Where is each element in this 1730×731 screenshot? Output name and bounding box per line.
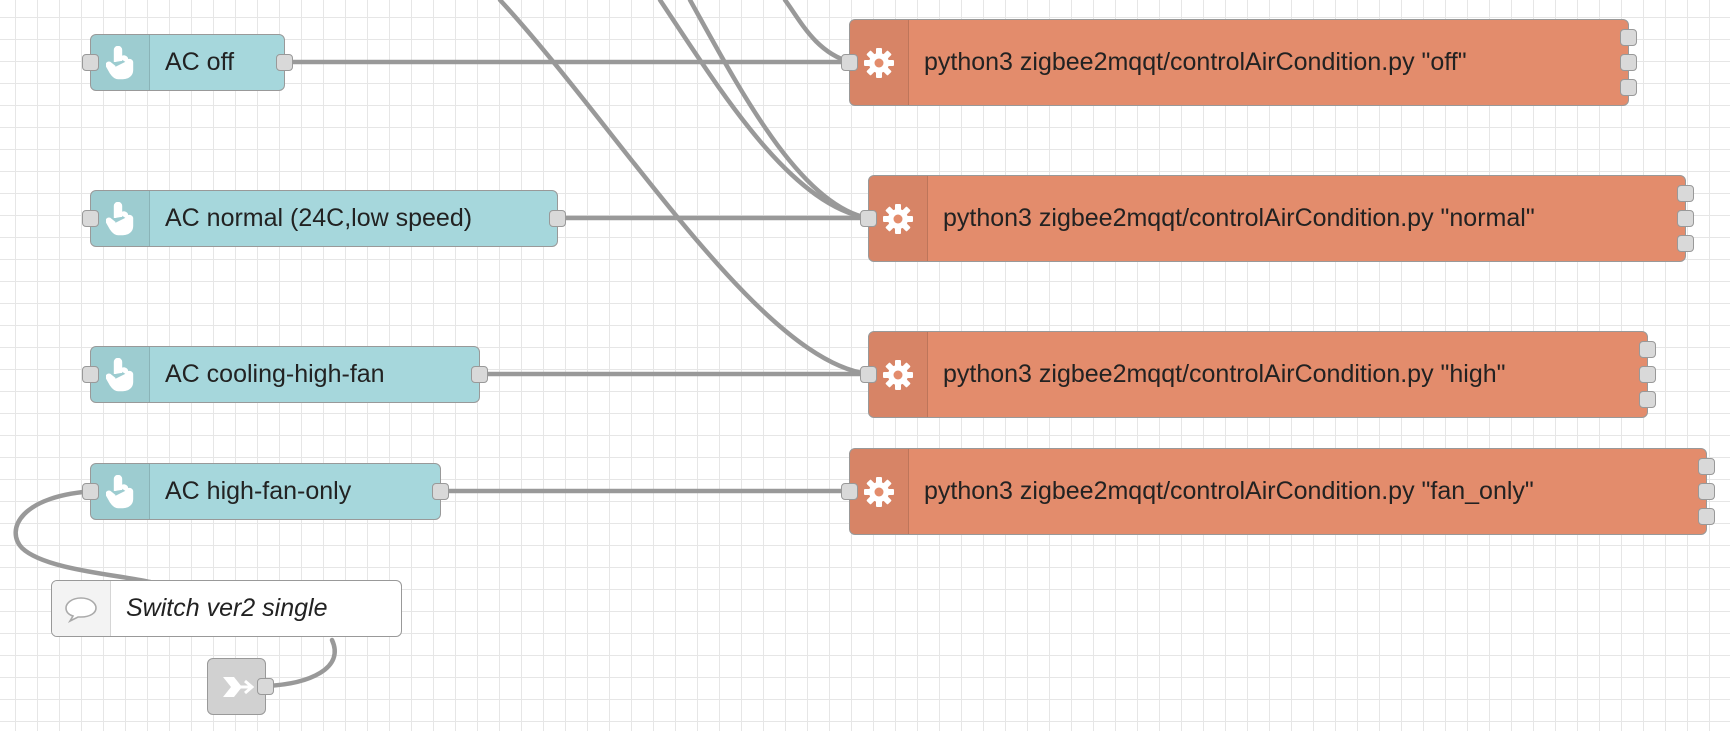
node-label: python3 zigbee2mqqt/controlAirCondition.… [943,204,1535,232]
output-port[interactable] [432,483,449,500]
input-port[interactable] [841,54,858,71]
node-label: AC normal (24C,low speed) [165,204,473,232]
wire-offscreen-to-exec-normal[interactable] [657,0,871,221]
output-port[interactable] [257,678,274,695]
comment-node[interactable]: Switch ver2 single [51,580,402,637]
input-port[interactable] [860,210,877,227]
input-port[interactable] [841,483,858,500]
output-port-stdout[interactable] [1677,185,1694,202]
output-port-stdout[interactable] [1620,29,1637,46]
output-port-stdout[interactable] [1698,458,1715,475]
exec-node-high[interactable]: python3 zigbee2mqqt/controlAirCondition.… [860,331,1656,418]
gear-icon [869,176,928,261]
node-label: AC high-fan-only [165,477,352,505]
gear-icon [850,20,909,105]
output-port-stderr[interactable] [1698,483,1715,500]
inject-node-ac-off[interactable]: AC off [82,34,293,91]
wire-offscreen-to-exec-normal-2[interactable] [687,0,871,221]
exec-node-off[interactable]: python3 zigbee2mqqt/controlAirCondition.… [841,19,1637,106]
hand-pointer-icon [91,464,150,519]
output-port-rc[interactable] [1698,508,1715,525]
input-port[interactable] [82,210,99,227]
inject-node-ac-normal[interactable]: AC normal (24C,low speed) [82,190,566,247]
wire-link-out-to-comment[interactable] [263,637,337,689]
hand-pointer-icon [91,191,150,246]
output-port[interactable] [549,210,566,227]
input-port[interactable] [860,366,877,383]
gear-icon [850,449,909,534]
exec-node-fan-only[interactable]: python3 zigbee2mqqt/controlAirCondition.… [841,448,1715,535]
input-port[interactable] [82,54,99,71]
output-port-rc[interactable] [1620,79,1637,96]
output-port[interactable] [471,366,488,383]
input-port[interactable] [82,483,99,500]
node-label: python3 zigbee2mqqt/controlAirCondition.… [924,477,1534,505]
output-port-stdout[interactable] [1639,341,1656,358]
output-port-rc[interactable] [1677,235,1694,252]
hand-pointer-icon [91,347,150,402]
gear-icon [869,332,928,417]
output-port[interactable] [276,54,293,71]
node-label: AC cooling-high-fan [165,360,385,388]
output-port-stderr[interactable] [1677,210,1694,227]
wire-offscreen-to-exec-off[interactable] [782,0,853,65]
link-out-node[interactable] [207,658,274,715]
output-port-rc[interactable] [1639,391,1656,408]
hand-pointer-icon [91,35,150,90]
input-port[interactable] [82,366,99,383]
output-port-stderr[interactable] [1620,54,1637,71]
inject-node-ac-high-fan-only[interactable]: AC high-fan-only [82,463,449,520]
inject-node-ac-cooling-high-fan[interactable]: AC cooling-high-fan [82,346,488,403]
node-label: Switch ver2 single [126,594,328,622]
flow-canvas[interactable]: AC off AC normal (24C,low speed) AC cool… [0,0,1730,731]
node-label: python3 zigbee2mqqt/controlAirCondition.… [943,360,1506,388]
node-label: AC off [165,48,235,76]
exec-node-normal[interactable]: python3 zigbee2mqqt/controlAirCondition.… [860,175,1694,262]
node-label: python3 zigbee2mqqt/controlAirCondition.… [924,48,1467,76]
output-port-stderr[interactable] [1639,366,1656,383]
speech-bubble-icon [52,581,111,636]
